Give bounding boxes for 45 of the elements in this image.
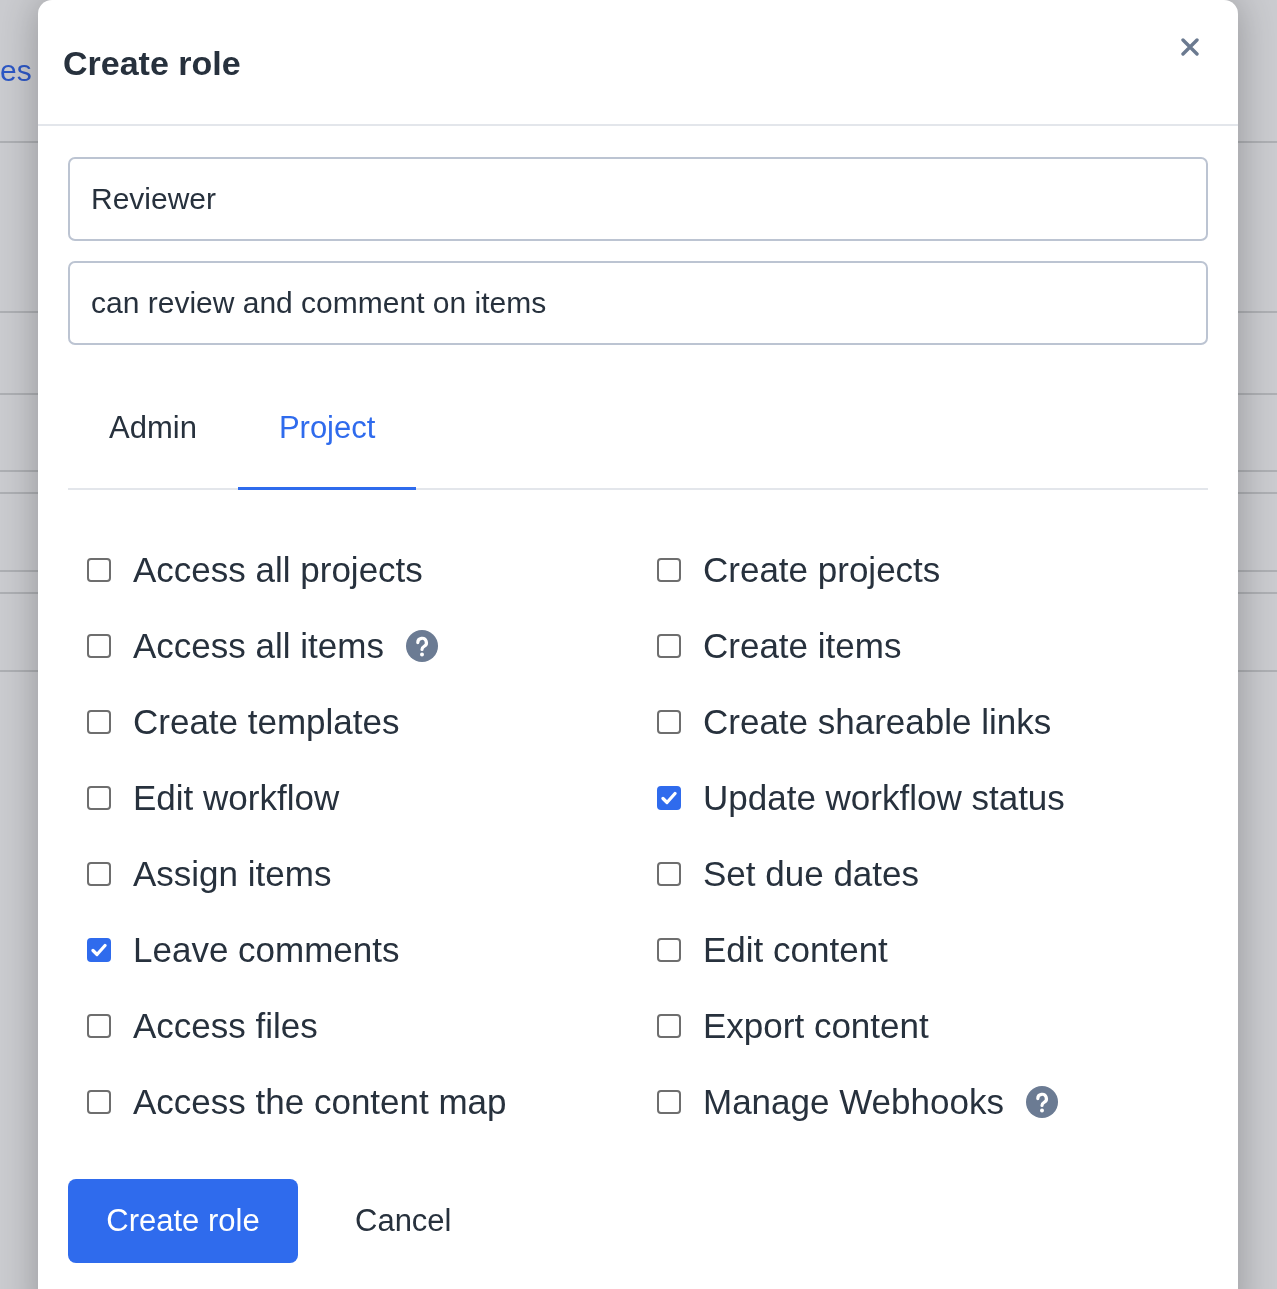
permission-label: Create projects bbox=[703, 549, 941, 591]
checkmark-icon bbox=[661, 791, 677, 805]
permission-label: Access the content map bbox=[133, 1081, 507, 1123]
permission-label: Edit workflow bbox=[133, 777, 340, 819]
close-icon bbox=[1181, 38, 1199, 56]
checkbox[interactable] bbox=[657, 862, 681, 886]
permission-label: Create items bbox=[703, 625, 902, 667]
link-text[interactable]: es bbox=[0, 53, 32, 89]
permission-label: Access all projects bbox=[133, 549, 423, 591]
checkbox[interactable] bbox=[657, 710, 681, 734]
checkbox[interactable] bbox=[87, 1014, 111, 1038]
checkbox[interactable] bbox=[657, 558, 681, 582]
checkbox[interactable] bbox=[87, 862, 111, 886]
checkbox[interactable] bbox=[657, 1090, 681, 1114]
permission-label: Create templates bbox=[133, 701, 400, 743]
permission-label: Update workflow status bbox=[703, 777, 1065, 819]
checkbox[interactable] bbox=[87, 710, 111, 734]
permission-label: Leave comments bbox=[133, 929, 400, 971]
checkbox[interactable] bbox=[87, 786, 111, 810]
role-name-input[interactable]: Reviewer bbox=[68, 157, 1208, 241]
permission-label: Assign items bbox=[133, 853, 332, 895]
checkbox[interactable] bbox=[657, 1014, 681, 1038]
help-icon[interactable] bbox=[1025, 1086, 1058, 1118]
tab[interactable]: Project bbox=[237, 365, 417, 490]
permission-label: Set due dates bbox=[703, 853, 919, 895]
permission-label: Create shareable links bbox=[703, 701, 1052, 743]
checkbox[interactable] bbox=[657, 938, 681, 962]
permission-label: Access files bbox=[133, 1005, 318, 1047]
checkbox[interactable] bbox=[87, 1090, 111, 1114]
permission-label: Export content bbox=[703, 1005, 929, 1047]
permission-label: Access all items bbox=[133, 625, 384, 667]
checkbox[interactable] bbox=[657, 786, 681, 810]
create-button[interactable]: Create role bbox=[68, 1179, 298, 1263]
permission-label: Edit content bbox=[703, 929, 888, 971]
checkbox[interactable] bbox=[657, 634, 681, 658]
checkbox[interactable] bbox=[87, 634, 111, 658]
checkmark-icon bbox=[91, 943, 107, 957]
role-description-input[interactable]: can review and comment on items bbox=[68, 261, 1208, 345]
dialog-title: Create role bbox=[63, 43, 241, 83]
cancel-button[interactable]: Cancel bbox=[314, 1179, 493, 1263]
checkbox[interactable] bbox=[87, 558, 111, 582]
help-icon[interactable] bbox=[405, 630, 438, 662]
tab[interactable]: Admin bbox=[68, 365, 238, 490]
permission-label: Manage Webhooks bbox=[703, 1081, 1004, 1123]
checkbox[interactable] bbox=[87, 938, 111, 962]
